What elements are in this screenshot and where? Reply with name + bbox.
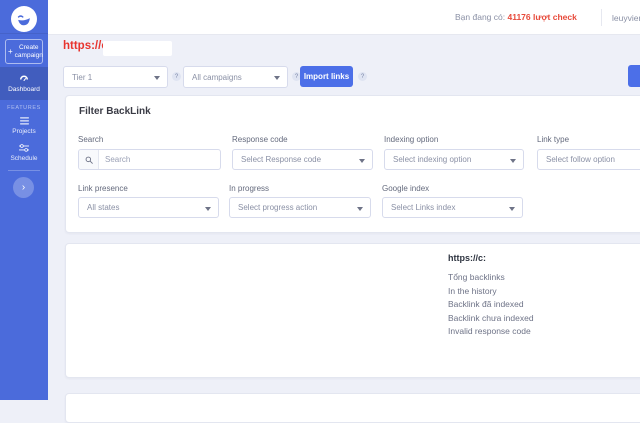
tier-select[interactable]: Tier 1	[63, 66, 168, 88]
filter-card-title: Filter BackLink	[79, 106, 151, 117]
smiley-logo-icon	[14, 9, 34, 29]
tier-help-icon[interactable]: ?	[172, 72, 181, 81]
stats-item-not-indexed: Backlink chưa indexed	[448, 312, 534, 326]
sidebar-item-label: Schedule	[10, 155, 37, 162]
app-root: { "colors": { "sidebar": "#4b6bdb", "acc…	[0, 0, 640, 400]
campaign-url-title: https://c	[63, 40, 108, 52]
sidebar-item-label: Projects	[12, 128, 35, 135]
credits-counter: Bạn đang có: 41176 lượt check	[455, 12, 577, 22]
response-code-label: Response code	[232, 135, 288, 144]
search-input-group	[78, 149, 221, 170]
edge-cutoff-button[interactable]	[628, 65, 640, 87]
topbar: Bạn đang có: 41176 lượt check leuyvien9	[48, 0, 640, 35]
response-code-value: Select Response code	[241, 155, 321, 164]
chevron-down-icon	[357, 207, 363, 211]
next-section-card	[65, 393, 640, 423]
in-progress-value: Select progress action	[238, 203, 317, 212]
search-icon	[79, 150, 99, 169]
stats-item-total: Tổng backlinks	[448, 271, 534, 285]
filter-backlink-card: Filter BackLink Search Response code Sel…	[65, 95, 640, 233]
tier-select-value: Tier 1	[72, 73, 92, 82]
chevron-down-icon	[205, 207, 211, 211]
backlink-stats-card: https://c: Tổng backlinks In the history…	[65, 243, 640, 378]
campaign-select-value: All campaigns	[192, 73, 242, 82]
app-logo[interactable]	[11, 6, 37, 32]
google-index-label: Google index	[382, 184, 429, 193]
import-links-button[interactable]: Import links	[300, 66, 353, 87]
chevron-down-icon	[274, 76, 280, 80]
campaign-select[interactable]: All campaigns	[183, 66, 288, 88]
create-campaign-label: Create campaign	[15, 44, 43, 60]
stats-block: https://c: Tổng backlinks In the history…	[448, 253, 534, 339]
link-presence-value: All states	[87, 203, 119, 212]
plus-icon: +	[8, 48, 13, 56]
projects-list-icon	[20, 117, 29, 125]
sidebar-section-features: FEATURES	[0, 105, 48, 111]
stats-url-title: https://c:	[448, 253, 534, 263]
link-type-value: Select follow option	[546, 155, 615, 164]
create-campaign-button[interactable]: + Create campaign	[5, 39, 43, 64]
stats-item-invalid: Invalid response code	[448, 325, 534, 339]
response-code-select[interactable]: Select Response code	[232, 149, 373, 170]
link-type-select[interactable]: Select follow option	[537, 149, 640, 170]
sidebar-divider	[8, 170, 40, 171]
sidebar-header	[0, 0, 48, 34]
chevron-down-icon	[154, 76, 160, 80]
indexing-option-label: Indexing option	[384, 135, 438, 144]
topbar-divider	[601, 9, 602, 26]
indexing-option-value: Select indexing option	[393, 155, 471, 164]
link-presence-select[interactable]: All states	[78, 197, 219, 218]
google-index-select[interactable]: Select Links index	[382, 197, 523, 218]
url-input[interactable]	[103, 41, 172, 56]
stats-item-indexed: Backlink đã indexed	[448, 298, 534, 312]
search-input[interactable]	[99, 150, 220, 169]
link-type-label: Link type	[537, 135, 569, 144]
chevron-down-icon	[509, 207, 515, 211]
sidebar: + Create campaign Dashboard FEATURES Pro…	[0, 0, 48, 400]
search-label: Search	[78, 135, 103, 144]
schedule-sliders-icon	[19, 144, 29, 152]
chevron-down-icon	[359, 159, 365, 163]
in-progress-label: In progress	[229, 184, 269, 193]
sidebar-collapse-button[interactable]: ›	[13, 177, 34, 198]
user-menu[interactable]: leuyvien9	[612, 13, 640, 23]
stats-item-history: In the history	[448, 285, 534, 299]
chevron-down-icon	[510, 159, 516, 163]
dashboard-icon	[19, 74, 29, 83]
google-index-value: Select Links index	[391, 203, 455, 212]
link-presence-label: Link presence	[78, 184, 128, 193]
chevron-right-icon: ›	[22, 182, 25, 193]
sidebar-item-projects[interactable]: Projects	[0, 117, 48, 141]
sidebar-item-dashboard[interactable]: Dashboard	[0, 67, 48, 100]
sidebar-item-schedule[interactable]: Schedule	[0, 144, 48, 168]
sidebar-item-label: Dashboard	[8, 86, 40, 93]
stats-list: Tổng backlinks In the history Backlink đ…	[448, 271, 534, 339]
indexing-option-select[interactable]: Select indexing option	[384, 149, 524, 170]
in-progress-select[interactable]: Select progress action	[229, 197, 371, 218]
credits-value: 41176 lượt check	[507, 12, 576, 22]
import-help-icon[interactable]: ?	[358, 72, 367, 81]
